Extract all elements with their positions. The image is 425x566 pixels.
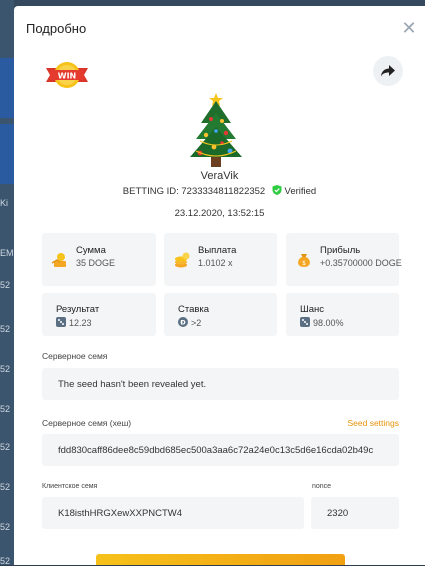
- server-seed-field: The seed hasn't been revealed yet.: [42, 368, 399, 400]
- stat-card-payout: Выплата 1.0102 x: [164, 233, 277, 286]
- nonce-label: nonce: [312, 483, 332, 490]
- stat-label: Результат: [56, 304, 100, 315]
- stat-value: 98.00%: [300, 317, 344, 328]
- background-label: 52: [0, 364, 11, 374]
- client-seed-field[interactable]: K18isthHRGXewXXPNCTW4: [42, 497, 304, 529]
- background-label: 52: [0, 522, 11, 532]
- background-label: Ki: [0, 198, 9, 208]
- dice-icon: [56, 317, 66, 327]
- win-badge-text: WIN: [58, 72, 77, 81]
- stat-value: 1.0102 x: [198, 258, 233, 268]
- betting-id-line: BETTING ID: 7233334811822352 Verified: [14, 185, 425, 197]
- stat-label: Прибыль: [320, 245, 361, 256]
- stat-value-text: 12.23: [69, 318, 92, 328]
- stat-value: Ð >2: [178, 317, 201, 328]
- coins-icon: [51, 252, 66, 267]
- bet-details-modal: Подробно ✕ WIN VeraVik BETTING ID: 72333…: [14, 6, 425, 565]
- stat-card-amount: Сумма 35 DOGE: [42, 233, 156, 286]
- stat-value: +0.35700000 DOGE: [320, 258, 402, 268]
- close-icon[interactable]: ✕: [401, 19, 417, 37]
- client-seed-label: Клиентское семя: [42, 483, 98, 490]
- server-seed-label: Серверное семя: [42, 351, 108, 361]
- background-label: 52: [0, 442, 11, 452]
- betting-id-label: BETTING ID:: [122, 186, 179, 197]
- stat-value-text: 98.00%: [313, 318, 344, 328]
- server-hash-field[interactable]: fdd830caff86dee8c59dbd685ec500a3aa6c72a2…: [42, 434, 399, 466]
- coin-stack-icon: [175, 252, 190, 267]
- server-hash-label: Серверное семя (хеш): [42, 418, 132, 428]
- betting-id-value: 7233334811822352: [181, 186, 266, 197]
- stat-card-bet: Ставка Ð >2: [164, 293, 277, 336]
- share-button[interactable]: [373, 56, 403, 86]
- background-label: 52: [0, 324, 11, 334]
- stat-value: 35 DOGE: [76, 258, 116, 268]
- stat-label: Сумма: [76, 245, 106, 256]
- background-label: 52: [0, 482, 11, 492]
- stat-label: Ставка: [178, 304, 210, 315]
- background-label: 52: [0, 280, 11, 290]
- verify-button[interactable]: [96, 554, 345, 565]
- stat-label: Шанс: [300, 304, 324, 315]
- modal-title: Подробно: [26, 21, 87, 36]
- stat-card-profit: $ Прибыль +0.35700000 DOGE: [286, 233, 402, 286]
- background-left-block: [0, 124, 14, 184]
- username: VeraVik: [200, 170, 239, 182]
- christmas-tree-icon: [186, 91, 246, 171]
- stat-value: 12.23: [56, 317, 92, 328]
- stat-value-text: >2: [191, 318, 202, 328]
- verified-shield-icon: [272, 185, 282, 195]
- seed-settings-link[interactable]: Seed settings: [347, 418, 399, 428]
- money-bag-icon: $: [298, 253, 310, 267]
- verified-label: Verified: [284, 186, 317, 197]
- win-badge: WIN: [42, 58, 92, 94]
- doge-coin-icon: Ð: [178, 317, 188, 327]
- svg-text:Ð: Ð: [180, 319, 186, 327]
- stat-card-result: Результат 12.23: [42, 293, 156, 336]
- dice-icon: [300, 317, 310, 327]
- nonce-field[interactable]: 2320: [311, 497, 399, 529]
- background-label: EM: [0, 248, 14, 258]
- stat-label: Выплата: [198, 245, 237, 256]
- svg-text:$: $: [302, 260, 306, 267]
- share-arrow-icon: [381, 65, 395, 77]
- background-label: 52: [0, 404, 11, 414]
- stat-card-chance: Шанс 98.00%: [286, 293, 399, 336]
- background-left-block: [0, 58, 14, 118]
- bet-datetime: 23.12.2020, 13:52:15: [174, 208, 265, 219]
